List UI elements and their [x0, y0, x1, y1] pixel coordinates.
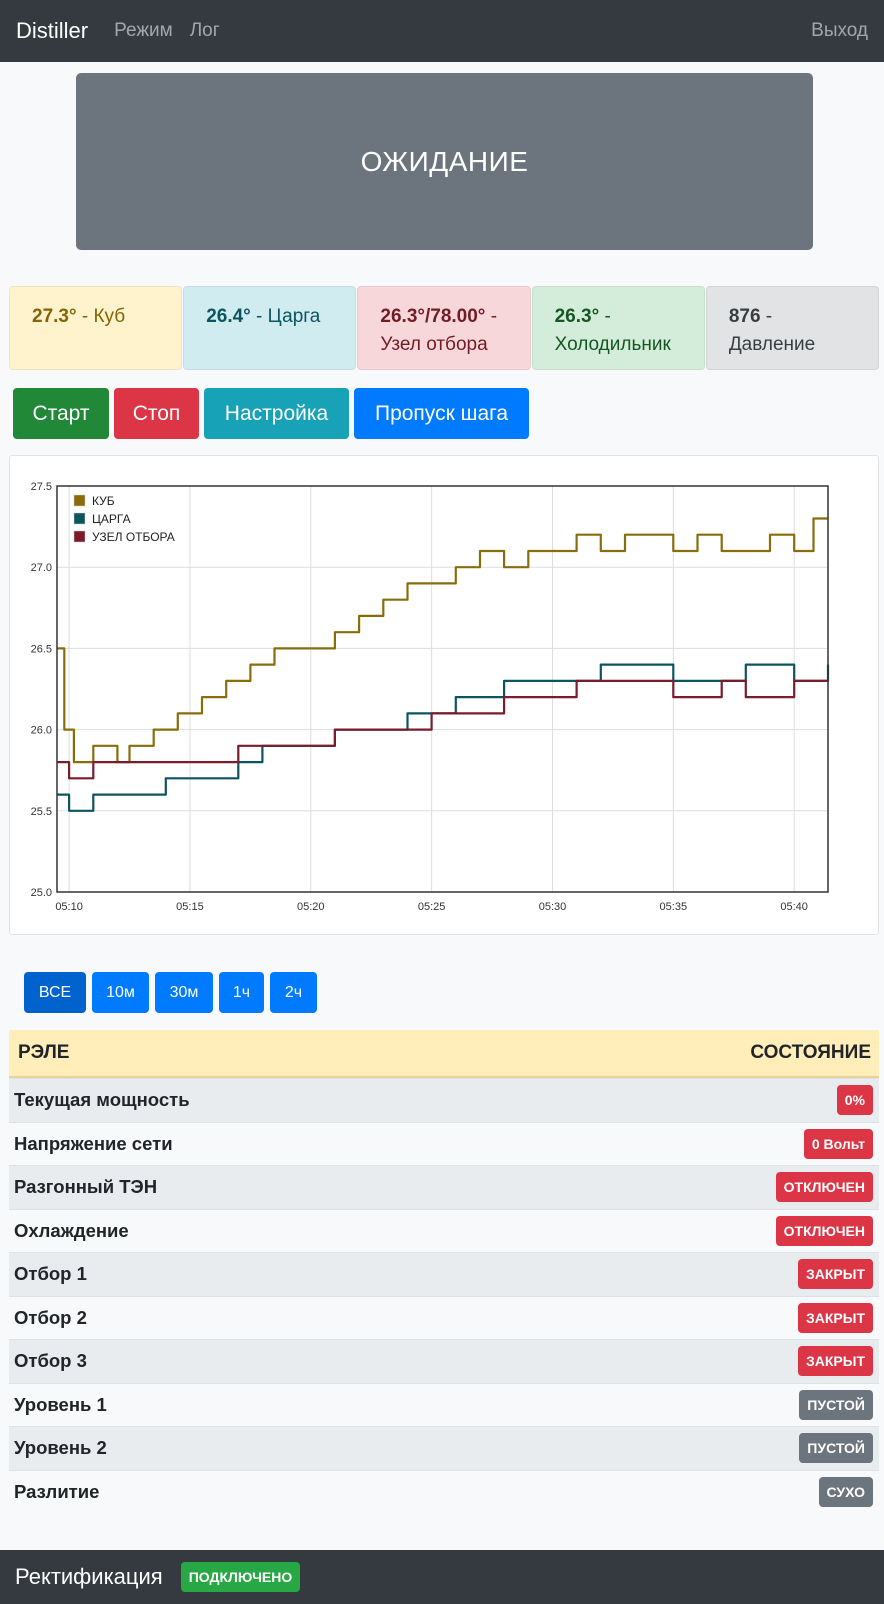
x-tick-label: 05:15 — [176, 901, 204, 913]
status-badge: ОТКЛЮЧЕН — [775, 1172, 873, 1203]
sensor-value: 876 — [728, 306, 761, 327]
range-all-button[interactable]: ВСЕ — [24, 972, 86, 1013]
legend-label: КУБ — [92, 494, 115, 508]
settings-button[interactable]: Настройка — [204, 388, 349, 439]
table-row: Напряжение сети 0 Вольт — [9, 1121, 879, 1165]
sensor-value: 27.3° — [32, 306, 77, 327]
status-banner: ОЖИДАНИЕ — [76, 73, 813, 250]
x-tick-label: 05:40 — [780, 901, 808, 913]
sensor-cards: 27.3° - Куб 26.4° - Царга 26.3°/78.00° -… — [9, 286, 880, 370]
relay-name: Охлаждение — [14, 1219, 129, 1241]
y-tick-label: 25.5 — [31, 806, 52, 818]
x-tick-label: 05:35 — [660, 901, 688, 913]
table-row: Отбор 2 ЗАКРЫТ — [9, 1295, 879, 1339]
table-row: Отбор 3 ЗАКРЫТ — [9, 1339, 879, 1383]
sensor-label: - Царга — [250, 306, 321, 327]
range-2h-button[interactable]: 2ч — [270, 972, 317, 1013]
plot-area — [57, 486, 828, 892]
relay-rows: Текущая мощность 0% Напряжение сети 0 Вольт… — [9, 1078, 879, 1513]
relay-name: Отбор 1 — [14, 1263, 87, 1285]
y-tick-label: 25.0 — [31, 887, 52, 899]
relay-name: Уровень 2 — [14, 1437, 107, 1459]
table-row: Уровень 2 ПУСТОЙ — [9, 1426, 879, 1470]
header-state: СОСТОЯНИЕ — [750, 1042, 871, 1063]
relay-name: Уровень 1 — [14, 1393, 107, 1415]
sensor-card-kub: 27.3° - Куб — [9, 286, 183, 370]
relay-name: Разлитие — [14, 1480, 100, 1502]
legend-label: УЗЕЛ ОТБОРА — [92, 530, 175, 544]
legend-swatch — [73, 494, 86, 507]
status-badge: 0% — [836, 1085, 873, 1116]
status-badge: ЗАКРЫТ — [797, 1346, 873, 1377]
y-tick-label: 26.0 — [31, 725, 52, 737]
range-10m-button[interactable]: 10м — [92, 972, 149, 1013]
status-badge: ПУСТОЙ — [799, 1389, 873, 1420]
nav-link-log[interactable]: Лог — [190, 20, 220, 42]
x-tick-label: 05:30 — [539, 901, 567, 913]
range-buttons: ВСЕ 10м 30м 1ч 2ч — [24, 972, 323, 1013]
relay-name: Текущая мощность — [14, 1089, 190, 1111]
sensor-value: 26.3°/78.00° — [380, 306, 486, 327]
table-row: Отбор 1 ЗАКРЫТ — [9, 1252, 879, 1296]
x-tick-label: 05:20 — [297, 901, 325, 913]
relay-name: Напряжение сети — [14, 1132, 173, 1154]
legend-swatch — [73, 512, 86, 525]
relay-table-header: РЭЛЕ СОСТОЯНИЕ — [9, 1030, 879, 1078]
chart-svg: 25.0 25.5 26.0 26.5 27.0 27.5 05:10 05:15 05:20 0… — [31, 481, 830, 913]
range-30m-button[interactable]: 30м — [155, 972, 213, 1013]
logout-link[interactable]: Выход — [811, 20, 868, 42]
relay-name: Отбор 2 — [14, 1306, 87, 1328]
relay-name: Отбор 3 — [14, 1350, 87, 1372]
sensor-value: 26.3° — [554, 306, 600, 327]
y-tick-label: 27.0 — [31, 562, 52, 574]
status-badge: ЗАКРЫТ — [797, 1302, 873, 1333]
status-badge: ЗАКРЫТ — [797, 1259, 873, 1290]
stop-button[interactable]: Стоп — [114, 388, 199, 439]
status-badge: ОТКЛЮЧЕН — [775, 1215, 873, 1246]
table-row: Текущая мощность 0% — [9, 1078, 879, 1122]
legend-label: ЦАРГА — [92, 512, 131, 526]
legend-swatch — [73, 530, 86, 543]
footer: Ректификация ПОДКЛЮЧЕНО — [0, 1550, 884, 1604]
y-tick-label: 26.5 — [31, 643, 52, 655]
table-row: Уровень 1 ПУСТОЙ — [9, 1382, 879, 1426]
table-row: Охлаждение ОТКЛЮЧЕН — [9, 1208, 879, 1252]
temperature-chart: 25.0 25.5 26.0 26.5 27.0 27.5 05:10 05:15 05:20 0… — [9, 455, 879, 935]
sensor-value: 26.4° — [206, 306, 251, 327]
start-button[interactable]: Старт — [13, 388, 109, 439]
navbar: Distiller Режим Лог Выход — [0, 0, 884, 62]
skip-step-button[interactable]: Пропуск шага — [354, 388, 529, 439]
connection-badge: ПОДКЛЮЧЕНО — [180, 1562, 301, 1592]
brand[interactable]: Distiller — [16, 18, 88, 44]
sensor-card-tsarga: 26.4° - Царга — [183, 286, 357, 370]
sensor-label: - Куб — [76, 306, 126, 327]
sensor-card-uzel-otbora: 26.3°/78.00° - Узел отбора — [357, 286, 531, 370]
relay-table: РЭЛЕ СОСТОЯНИЕ Текущая мощность 0% Напряже… — [9, 1030, 879, 1513]
x-tick-label: 05:10 — [55, 901, 83, 913]
status-badge: ПУСТОЙ — [799, 1433, 873, 1464]
control-buttons: Старт Стоп Настройка Пропуск шага — [13, 388, 534, 439]
table-row: Разгонный ТЭН ОТКЛЮЧЕН — [9, 1165, 879, 1209]
relay-name: Разгонный ТЭН — [14, 1176, 158, 1198]
header-relay: РЭЛЕ — [18, 1042, 70, 1063]
footer-title: Ректификация — [15, 1564, 163, 1589]
sensor-card-davlenie: 876 - Давление — [705, 286, 880, 370]
range-1h-button[interactable]: 1ч — [219, 972, 264, 1013]
nav-link-mode[interactable]: Режим — [114, 20, 173, 42]
sensor-card-kholodilnik: 26.3° - Холодильник — [531, 286, 705, 370]
table-row: Разлитие СУХО — [9, 1469, 879, 1513]
x-tick-label: 05:25 — [418, 901, 446, 913]
y-tick-label: 27.5 — [31, 481, 52, 493]
status-badge: СУХО — [818, 1476, 873, 1507]
status-badge: 0 Вольт — [803, 1128, 873, 1159]
